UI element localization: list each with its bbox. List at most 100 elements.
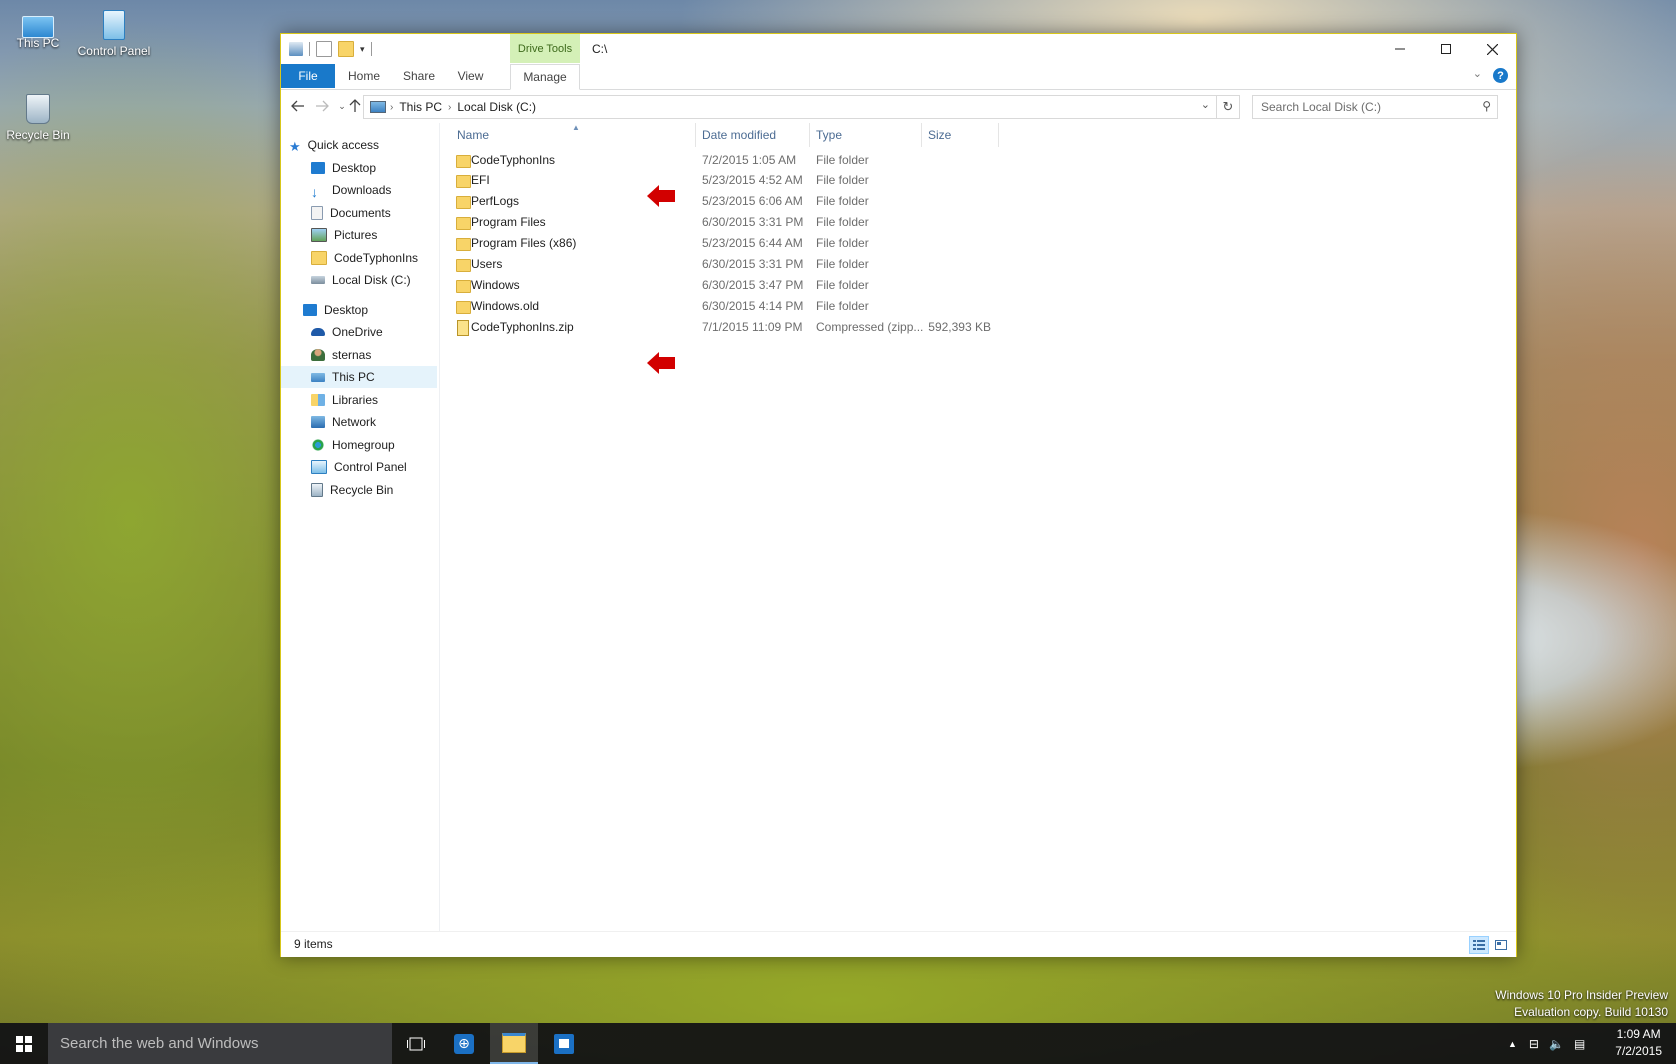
nav-item-quick-access[interactable]: ★ Quick access: [281, 134, 437, 156]
nav-item-control-panel[interactable]: Control Panel: [281, 456, 437, 478]
drive-icon: [311, 276, 325, 284]
file-name: CodeTyphonIns: [471, 153, 556, 167]
tab-home[interactable]: Home: [339, 64, 389, 88]
close-button[interactable]: [1469, 34, 1515, 64]
navigation-bar: ⌄ › This PC › Local Disk (C:) ⌄ ↻ ⚲: [281, 90, 1516, 123]
forward-button[interactable]: [311, 96, 333, 116]
ribbon-expand-icon[interactable]: ⌄: [1473, 67, 1482, 80]
large-icons-view-button[interactable]: [1491, 936, 1511, 954]
column-header-type[interactable]: Type: [816, 123, 920, 147]
qat-dropdown-icon[interactable]: ▾: [360, 44, 365, 55]
address-bar[interactable]: › This PC › Local Disk (C:) ⌄: [363, 95, 1217, 119]
column-divider[interactable]: [998, 123, 999, 147]
back-button[interactable]: [287, 96, 309, 116]
nav-item-onedrive[interactable]: OneDrive: [281, 321, 437, 343]
nav-item-documents[interactable]: Documents 📌: [281, 202, 437, 224]
nav-item-desktop-pinned[interactable]: Desktop 📌: [281, 157, 437, 179]
maximize-button[interactable]: [1423, 34, 1469, 64]
nav-item-pictures[interactable]: Pictures 📌: [281, 224, 437, 246]
file-name: EFI: [471, 173, 490, 187]
show-hidden-icons-icon[interactable]: ▲: [1508, 1039, 1517, 1049]
action-center-icon[interactable]: ▤: [1574, 1037, 1585, 1051]
nav-item-recycle-bin[interactable]: Recycle Bin: [281, 479, 437, 501]
file-row[interactable]: Program Files (x86) 5/23/2015 6:44 AM Fi…: [451, 234, 1011, 254]
file-type: Compressed (zipp...: [816, 320, 924, 334]
help-icon[interactable]: ?: [1493, 68, 1508, 83]
file-row[interactable]: Windows 6/30/2015 3:47 PM File folder: [451, 276, 1011, 296]
file-row[interactable]: Windows.old 6/30/2015 4:14 PM File folde…: [451, 297, 1011, 317]
this-pc-icon: [311, 372, 325, 382]
taskbar-store[interactable]: [540, 1023, 588, 1064]
nav-item-label: Desktop: [324, 303, 369, 317]
file-type: File folder: [816, 194, 869, 208]
column-header-date-modified[interactable]: Date modified: [702, 123, 810, 147]
details-view-button[interactable]: [1469, 936, 1489, 954]
nav-item-local-disk[interactable]: Local Disk (C:): [281, 269, 437, 291]
start-button[interactable]: [0, 1023, 48, 1064]
volume-icon[interactable]: 🔈: [1549, 1037, 1564, 1051]
nav-item-homegroup[interactable]: Homegroup: [281, 434, 437, 456]
column-header-size[interactable]: Size: [928, 123, 998, 147]
file-name: Program Files (x86): [471, 236, 577, 250]
onedrive-icon: [311, 328, 325, 336]
system-tray: ▲ ⊟ 🔈 ▤: [1508, 1023, 1585, 1064]
title-bar[interactable]: ▾ Drive Tools C:\: [281, 34, 1516, 64]
globe-icon: ⊕: [454, 1033, 474, 1054]
window-icon[interactable]: [289, 42, 303, 56]
tab-share[interactable]: Share: [394, 64, 444, 88]
file-row[interactable]: Program Files 6/30/2015 3:31 PM File fol…: [451, 213, 1011, 233]
task-view-button[interactable]: [392, 1023, 440, 1064]
pane-divider[interactable]: [439, 123, 440, 931]
taskbar-internet-explorer[interactable]: ⊕: [440, 1023, 488, 1064]
column-divider[interactable]: [695, 123, 696, 147]
nav-item-network[interactable]: Network: [281, 411, 437, 433]
folder-icon: [456, 259, 471, 272]
search-input[interactable]: [1259, 96, 1463, 118]
new-folder-icon[interactable]: [338, 41, 354, 57]
address-history-chevron-icon[interactable]: ⌄: [1201, 98, 1210, 111]
window-title: C:\: [592, 42, 608, 56]
this-pc-icon: [370, 101, 386, 113]
nav-item-label: Documents: [330, 206, 391, 220]
file-row[interactable]: CodeTyphonIns.zip 7/1/2015 11:09 PM Comp…: [451, 318, 1011, 338]
taskbar-search-box[interactable]: Search the web and Windows: [48, 1023, 392, 1064]
nav-item-libraries[interactable]: Libraries: [281, 389, 437, 411]
breadcrumb-local-disk[interactable]: Local Disk (C:): [457, 100, 536, 114]
desktop-icon-control-panel[interactable]: Control Panel: [73, 10, 155, 58]
tab-manage[interactable]: Manage: [510, 64, 580, 90]
breadcrumb-this-pc[interactable]: This PC: [399, 100, 442, 114]
network-icon[interactable]: ⊟: [1529, 1037, 1539, 1051]
tab-file[interactable]: File: [281, 64, 335, 88]
file-date: 5/23/2015 6:06 AM: [702, 194, 803, 208]
column-divider[interactable]: [809, 123, 810, 147]
column-header-name[interactable]: Name: [451, 123, 699, 147]
properties-icon[interactable]: [316, 41, 332, 57]
documents-icon: [311, 206, 323, 220]
desktop-icon-recycle-bin[interactable]: Recycle Bin: [0, 94, 79, 142]
search-box[interactable]: ⚲: [1252, 95, 1498, 119]
nav-item-label: Homegroup: [332, 438, 395, 452]
desktop-icon-this-pc[interactable]: This PC: [0, 10, 79, 50]
clock-time: 1:09 AM: [1616, 1027, 1661, 1041]
file-row[interactable]: PerfLogs 5/23/2015 6:06 AM File folder: [451, 192, 1011, 212]
nav-item-desktop-root[interactable]: Desktop: [281, 299, 437, 321]
column-divider[interactable]: [921, 123, 922, 147]
minimize-button[interactable]: [1377, 34, 1423, 64]
nav-item-sternas[interactable]: sternas: [281, 344, 437, 366]
nav-item-this-pc[interactable]: This PC: [281, 366, 437, 388]
nav-item-codetyphonins[interactable]: CodeTyphonIns: [281, 247, 437, 269]
search-icon[interactable]: ⚲: [1482, 99, 1491, 113]
refresh-button[interactable]: ↻: [1217, 95, 1240, 119]
item-count: 9 items: [294, 937, 333, 951]
taskbar-clock[interactable]: 1:09 AM 7/2/2015: [1615, 1026, 1662, 1060]
nav-item-downloads[interactable]: ↓ Downloads 📌: [281, 179, 437, 201]
file-row[interactable]: Users 6/30/2015 3:31 PM File folder: [451, 255, 1011, 275]
tab-view[interactable]: View: [448, 64, 493, 88]
file-row[interactable]: EFI 5/23/2015 4:52 AM File folder: [451, 171, 1011, 191]
taskbar-file-explorer[interactable]: [490, 1023, 538, 1064]
control-panel-icon: [311, 460, 327, 474]
file-date: 6/30/2015 4:14 PM: [702, 299, 804, 313]
file-date: 5/23/2015 4:52 AM: [702, 173, 803, 187]
taskbar-search-placeholder: Search the web and Windows: [60, 1035, 259, 1052]
file-row[interactable]: CodeTyphonIns 7/2/2015 1:05 AM File fold…: [451, 151, 1011, 171]
